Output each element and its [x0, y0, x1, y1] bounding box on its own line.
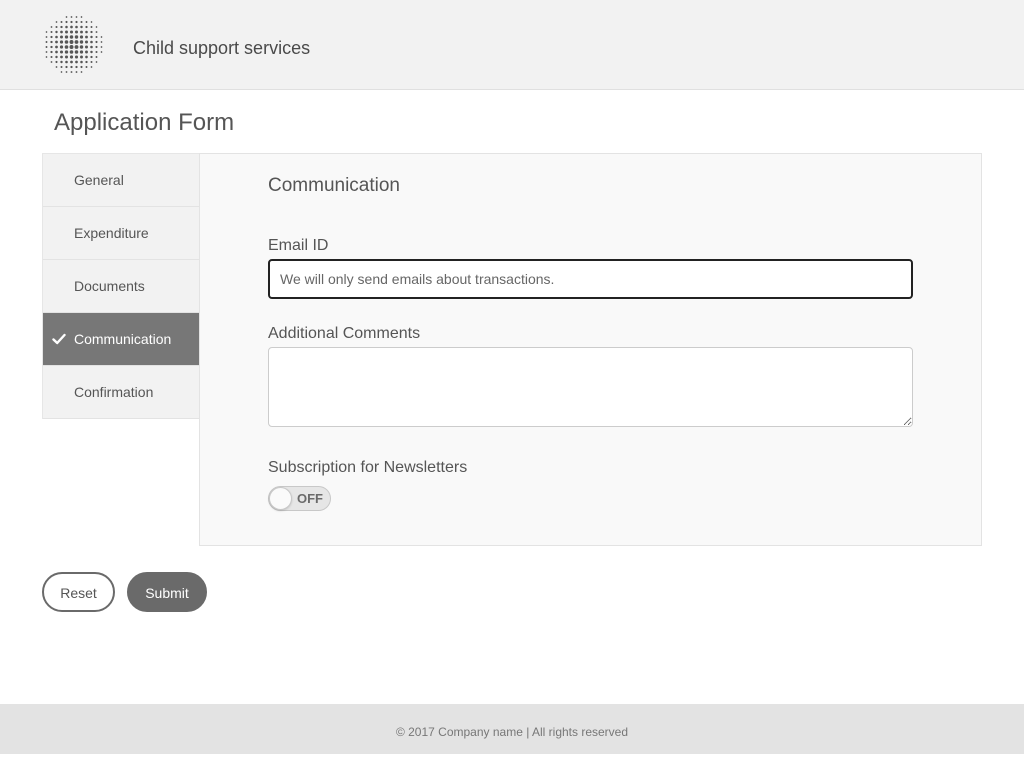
newsletter-label: Subscription for Newsletters — [268, 459, 468, 476]
sidebar-item-confirmation[interactable]: Confirmation — [43, 366, 199, 419]
comments-label: Additional Comments — [268, 325, 421, 342]
site-footer: © 2017 Company name | All rights reserve… — [0, 704, 1024, 754]
checkmark-icon — [52, 333, 66, 345]
sidebar-item-label: Expenditure — [74, 225, 149, 241]
page-title: Application Form — [54, 109, 235, 136]
sidebar-item-communication[interactable]: Communication — [43, 313, 199, 366]
footer-copyright: © 2017 Company name | All rights reserve… — [395, 725, 629, 739]
sidebar-item-label: Documents — [74, 278, 145, 294]
email-label: Email ID — [268, 237, 329, 254]
sidebar-item-documents[interactable]: Documents — [43, 260, 199, 313]
communication-panel: Communication Email ID Additional Commen… — [199, 153, 982, 546]
submit-button[interactable]: Submit — [127, 572, 207, 612]
toggle-knob — [269, 487, 292, 510]
sidebar-item-label: Confirmation — [74, 384, 154, 400]
newsletter-toggle[interactable]: OFF — [268, 486, 331, 511]
sidebar-item-expenditure[interactable]: Expenditure — [43, 207, 199, 260]
sidebar-item-label: Communication — [74, 331, 172, 347]
additional-comments-field[interactable] — [268, 347, 913, 427]
sidebar-item-label: General — [74, 172, 124, 188]
sidebar-item-general[interactable]: General — [43, 154, 199, 207]
section-title: Communication — [268, 175, 400, 196]
dotted-globe-icon[interactable] — [41, 14, 105, 76]
form-steps-sidebar: General Expenditure Documents Communicat… — [42, 153, 200, 419]
site-title: Child support services — [133, 38, 311, 58]
email-field[interactable] — [268, 259, 913, 299]
reset-button[interactable]: Reset — [42, 572, 115, 612]
toggle-state-text: OFF — [297, 491, 323, 506]
site-header: Child support services — [0, 0, 1024, 90]
